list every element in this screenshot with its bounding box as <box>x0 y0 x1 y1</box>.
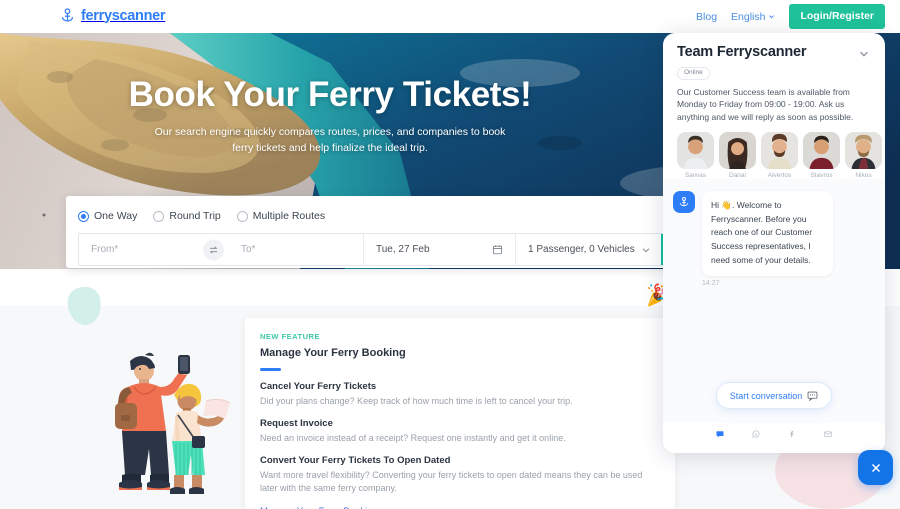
trip-type-label: Multiple Routes <box>252 210 326 222</box>
feature-item-invoice: Request Invoice Need an invoice instead … <box>260 418 657 445</box>
language-label: English <box>731 10 766 23</box>
to-placeholder: To* <box>241 244 256 255</box>
feature-item-description: Did your plans change? Keep track of how… <box>260 395 573 406</box>
new-feature-eyebrow: NEW FEATURE <box>260 332 320 341</box>
status-badge: Online <box>677 67 710 80</box>
hero-text-block: Book Your Ferry Tickets! Our search engi… <box>0 75 660 157</box>
top-navigation-bar: ferryscanner Blog English Login/Register <box>0 0 900 33</box>
chat-widget: Team Ferryscanner Online Our Customer Su… <box>663 33 885 453</box>
agent-danai: Danai <box>719 131 756 179</box>
calendar-icon <box>492 245 503 255</box>
hero-subtitle: Our search engine quickly compares route… <box>0 124 660 157</box>
feature-item-description: Need an invoice instead of a receipt? Re… <box>260 432 566 443</box>
agent-name: Alvertos <box>767 171 792 179</box>
avatar <box>761 131 798 169</box>
nav-link-blog[interactable]: Blog <box>696 11 717 23</box>
feature-item-heading: Convert Your Ferry Tickets To Open Dated <box>260 454 451 466</box>
avatar-photo <box>677 131 714 169</box>
ferry-anchor-logo-icon <box>61 8 74 22</box>
radio-indicator-round-trip[interactable] <box>153 210 165 222</box>
chevron-down-icon <box>769 15 775 19</box>
trip-type-round-trip[interactable]: Round Trip <box>153 210 221 222</box>
passengers-value: 1 Passenger, 0 Vehicles <box>528 244 635 255</box>
from-placeholder: From* <box>91 244 119 255</box>
swap-arrows-icon <box>209 245 218 254</box>
language-selector[interactable]: English <box>731 11 775 23</box>
agent-name: Nikos <box>855 171 872 179</box>
avatar-photo <box>845 131 882 169</box>
brand-logo[interactable]: ferryscanner <box>59 7 166 24</box>
whatsapp-channel-icon[interactable] <box>749 430 763 444</box>
avatar <box>803 131 840 169</box>
agent-name: Savvas <box>684 171 707 179</box>
avatar <box>719 131 756 169</box>
close-icon <box>871 463 880 472</box>
agent-alvertos: Alvertos <box>761 131 798 179</box>
agent-savvas: Savvas <box>677 131 714 179</box>
new-feature-card: NEW FEATURE Manage Your Ferry Booking Ca… <box>245 318 675 509</box>
avatar <box>845 131 882 169</box>
login-register-button[interactable]: Login/Register <box>789 4 885 29</box>
agent-nikos: Nikos <box>845 131 882 179</box>
nav-right-group: Blog English Login/Register <box>696 0 885 33</box>
start-conversation-area: Start conversation <box>663 382 885 409</box>
radio-indicator-multiple-routes[interactable] <box>236 210 248 222</box>
feature-card-title: Manage Your Ferry Booking <box>260 347 406 359</box>
avatar <box>677 131 714 169</box>
hero-subtitle-line-1: Our search engine quickly compares route… <box>154 126 506 138</box>
chat-title: Team Ferryscanner <box>677 44 807 60</box>
feature-item-description: Want more travel flexibility? Converting… <box>260 469 643 493</box>
chat-message-timestamp: 14:27 <box>702 279 720 287</box>
trip-type-multiple-routes[interactable]: Multiple Routes <box>236 210 326 222</box>
chat-message-area: Hi 👋. Welcome to Ferryscanner. Before yo… <box>663 178 885 423</box>
chevron-down-icon <box>642 247 650 252</box>
chat-header: Team Ferryscanner Online Our Customer Su… <box>663 33 885 179</box>
agent-name: Danai <box>729 171 746 179</box>
chat-bubble-icon <box>807 391 818 401</box>
avatar-photo <box>719 131 756 169</box>
date-value: Tue, 27 Feb <box>376 244 430 255</box>
facebook-channel-icon[interactable] <box>785 430 799 444</box>
brand-name: ferryscanner <box>81 7 166 24</box>
agent-avatar-list: Savvas Danai Alvertos Stavros Nikos <box>677 131 882 179</box>
page-root: ferryscanner Blog English Login/Register <box>0 0 900 509</box>
start-conversation-button[interactable]: Start conversation <box>715 382 833 409</box>
date-field[interactable]: Tue, 27 Feb <box>363 234 515 265</box>
chat-title-row: Team Ferryscanner <box>677 44 871 61</box>
to-field[interactable]: To* <box>221 234 363 265</box>
feature-item-open-dated: Convert Your Ferry Tickets To Open Dated… <box>260 455 657 495</box>
chat-description: Our Customer Success team is available f… <box>677 86 854 123</box>
hero-subtitle-line-2: ferry tickets and help finalize the idea… <box>232 142 428 155</box>
agent-stavros: Stavros <box>803 131 840 179</box>
swap-origin-destination-button[interactable] <box>203 239 224 260</box>
chat-message: Hi 👋. Welcome to Ferryscanner. Before yo… <box>673 190 871 276</box>
close-chat-button[interactable] <box>858 450 893 485</box>
from-field[interactable]: From* <box>79 234 221 265</box>
passengers-field[interactable]: 1 Passenger, 0 Vehicles <box>515 234 661 265</box>
hero-title: Book Your Ferry Tickets! <box>128 75 532 114</box>
trip-type-label: Round Trip <box>169 210 221 222</box>
feature-item-heading: Request Invoice <box>260 417 333 429</box>
radio-indicator-one-way[interactable] <box>78 210 89 222</box>
feature-item-cancel: Cancel Your Ferry Tickets Did your plans… <box>260 381 657 408</box>
ferryscanner-bot-icon <box>680 196 688 206</box>
chevron-down-icon[interactable] <box>857 47 871 61</box>
chat-channel-icon[interactable] <box>713 430 727 444</box>
feature-item-heading: Cancel Your Ferry Tickets <box>260 380 377 392</box>
email-channel-icon[interactable] <box>821 430 835 444</box>
trip-type-label: One Way <box>94 210 138 222</box>
avatar-photo <box>803 131 840 169</box>
chat-message-bubble: Hi 👋. Welcome to Ferryscanner. Before yo… <box>702 190 833 276</box>
accent-underline <box>260 368 281 371</box>
travellers-illustration <box>115 352 231 494</box>
avatar-photo <box>761 131 798 169</box>
bot-avatar <box>673 190 695 213</box>
illustration-woman <box>170 383 231 494</box>
chat-channel-bar <box>663 423 885 453</box>
agent-name: Stavros <box>810 171 833 179</box>
trip-type-one-way[interactable]: One Way <box>78 210 137 222</box>
start-conversation-label: Start conversation <box>729 390 803 401</box>
